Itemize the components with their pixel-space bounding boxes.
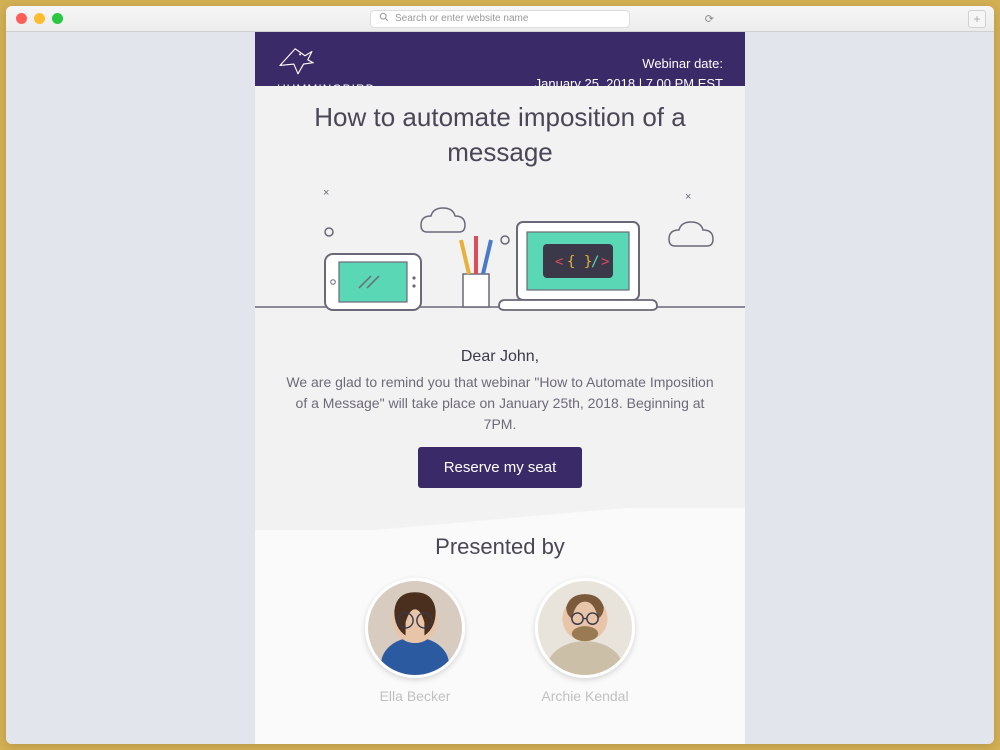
- presenter-name: Ella Becker: [380, 688, 451, 704]
- body-text: We are glad to remind you that webinar "…: [255, 366, 745, 447]
- svg-text:{ }: { }: [567, 254, 592, 270]
- new-tab-button[interactable]: +: [968, 10, 986, 28]
- search-icon: [379, 12, 389, 25]
- pencil-cup-icon: [461, 236, 491, 307]
- brand-name: HUMMINGBIRD: [277, 82, 375, 86]
- greeting: Dear John,: [255, 348, 745, 366]
- reserve-seat-button[interactable]: Reserve my seat: [418, 447, 583, 488]
- svg-text:×: ×: [685, 191, 691, 203]
- presented-section: Presented by: [255, 530, 745, 744]
- email-title: How to automate imposition of a message: [255, 86, 745, 178]
- svg-text:>: >: [601, 254, 609, 270]
- hero-illustration: × ×: [255, 182, 745, 342]
- presenter: Ella Becker: [365, 578, 465, 704]
- address-bar[interactable]: Search or enter website name: [370, 10, 630, 28]
- svg-text:/: /: [591, 254, 599, 270]
- presented-heading: Presented by: [275, 534, 725, 560]
- avatar: [365, 578, 465, 678]
- titlebar: Search or enter website name ⟳ +: [6, 6, 994, 32]
- laptop-icon: < { } / >: [499, 222, 657, 310]
- section-divider: [255, 508, 745, 530]
- presenters-list: Ella Becker: [275, 578, 725, 704]
- viewport: HUMMINGBIRD Webinar date: January 25, 20…: [6, 32, 994, 744]
- maximize-icon[interactable]: [52, 13, 63, 24]
- hero-header: HUMMINGBIRD Webinar date: January 25, 20…: [255, 32, 745, 86]
- svg-text:<: <: [555, 254, 563, 270]
- email-template: HUMMINGBIRD Webinar date: January 25, 20…: [255, 32, 745, 744]
- svg-text:×: ×: [323, 187, 329, 199]
- webinar-date-label: Webinar date:: [535, 54, 723, 74]
- brand-logo: HUMMINGBIRD: [277, 46, 375, 86]
- tablet-icon: [325, 254, 421, 310]
- hummingbird-icon: [277, 46, 319, 78]
- traffic-lights: [16, 13, 63, 24]
- minimize-icon[interactable]: [34, 13, 45, 24]
- webinar-date-value: January 25, 2018 | 7.00 PM EST: [535, 74, 723, 86]
- browser-window: Search or enter website name ⟳ + HUMMING…: [6, 6, 994, 744]
- presenter-name: Archie Kendal: [541, 688, 628, 704]
- presenter: Archie Kendal: [535, 578, 635, 704]
- avatar: [535, 578, 635, 678]
- close-icon[interactable]: [16, 13, 27, 24]
- webinar-date: Webinar date: January 25, 2018 | 7.00 PM…: [535, 54, 723, 86]
- reload-icon[interactable]: ⟳: [705, 12, 714, 25]
- address-placeholder: Search or enter website name: [395, 13, 528, 24]
